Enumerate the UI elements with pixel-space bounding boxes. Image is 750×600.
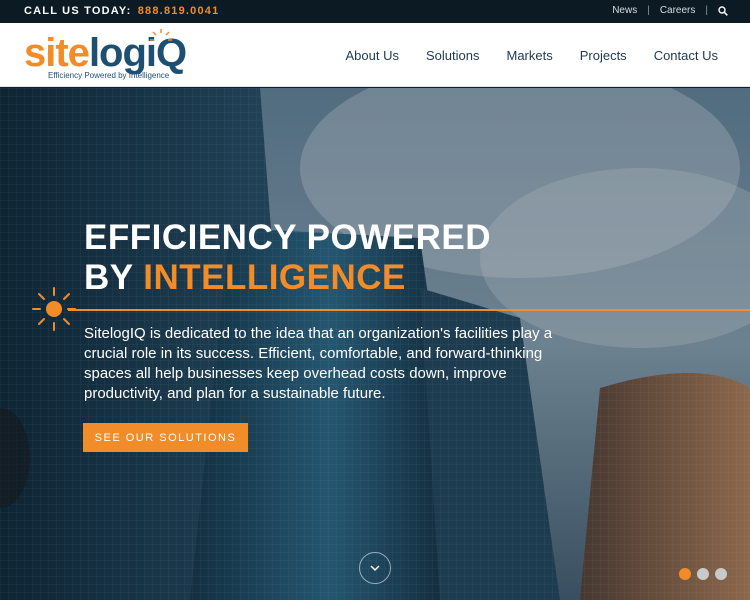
logo-sun-icon	[150, 29, 172, 41]
news-link[interactable]: News	[612, 5, 637, 16]
careers-link[interactable]: Careers	[660, 5, 696, 16]
orange-divider	[68, 309, 750, 311]
headline-line-2-prefix: BY	[84, 258, 144, 297]
headline-line-1: EFFICIENCY POWERED	[84, 218, 492, 257]
see-our-solutions-button[interactable]: SEE OUR SOLUTIONS	[83, 423, 248, 452]
scroll-down-button[interactable]	[359, 552, 391, 584]
nav-solutions[interactable]: Solutions	[426, 48, 479, 63]
top-bar: CALL US TODAY: 888.819.0041 News | Caree…	[0, 0, 750, 23]
sun-icon	[32, 287, 76, 331]
search-icon[interactable]	[718, 5, 728, 16]
slide-dot-1[interactable]	[679, 568, 691, 580]
chevron-down-icon	[370, 565, 380, 572]
headline-accent: INTELLIGENCE	[143, 258, 406, 297]
utility-links: News | Careers |	[612, 5, 728, 16]
slide-dot-2[interactable]	[697, 568, 709, 580]
hero-description: SitelogIQ is dedicated to the idea that …	[84, 325, 553, 402]
hero-banner: EFFICIENCY POWERED BY INTELLIGENCE Sitel…	[0, 88, 750, 600]
slider-dots	[673, 568, 727, 580]
call-label: CALL US TODAY:	[24, 5, 132, 17]
call-us: CALL US TODAY: 888.819.0041	[24, 5, 219, 17]
divider: |	[705, 5, 708, 16]
nav-markets[interactable]: Markets	[506, 48, 552, 63]
divider: |	[647, 5, 650, 16]
slide-dot-3[interactable]	[715, 568, 727, 580]
main-nav: About Us Solutions Markets Projects Cont…	[346, 23, 718, 87]
site-header: sitelogiQ Efficiency Powered by Intellig…	[0, 23, 750, 87]
sitelogiq-logo[interactable]: sitelogiQ Efficiency Powered by Intellig…	[24, 29, 199, 83]
logo-tagline: Efficiency Powered by Intelligence	[48, 71, 170, 80]
nav-projects[interactable]: Projects	[580, 48, 627, 63]
hero-headline: EFFICIENCY POWERED BY INTELLIGENCE	[84, 218, 491, 298]
phone-link[interactable]: 888.819.0041	[138, 5, 220, 17]
nav-about-us[interactable]: About Us	[346, 48, 399, 63]
nav-contact-us[interactable]: Contact Us	[654, 48, 718, 63]
